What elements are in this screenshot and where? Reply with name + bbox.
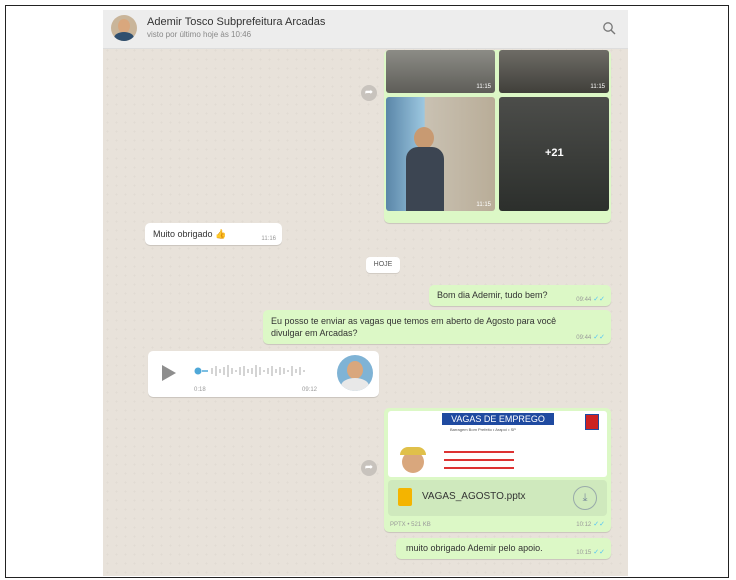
list-lines: [444, 451, 514, 453]
message-time: 09:44 ✓✓: [576, 334, 605, 341]
message-time: 10:12 ✓✓: [576, 521, 605, 528]
sender-avatar: [337, 355, 373, 391]
flag-icon: [585, 414, 599, 430]
message-text: muito obrigado Ademir pelo apoio.: [406, 543, 543, 553]
read-receipt-icon: ✓✓: [593, 296, 605, 303]
contact-avatar[interactable]: [111, 15, 137, 41]
photo-thumb[interactable]: 11:15: [386, 97, 495, 211]
document-file-row[interactable]: VAGAS_AGOSTO.pptx ⤓: [388, 480, 607, 516]
message-time: 11:16: [261, 236, 276, 242]
audio-waveform[interactable]: [194, 364, 324, 378]
read-receipt-icon: ✓✓: [593, 521, 605, 528]
audio-duration: 0:18: [194, 387, 206, 393]
read-receipt-icon: ✓✓: [593, 334, 605, 341]
mascot-hat: [400, 447, 426, 455]
banner-subtitle: Barragem Bom Prefeito • Arapoí • SP: [450, 427, 516, 432]
last-seen-status: visto por último hoje às 10:46: [147, 30, 252, 39]
photo-thumb[interactable]: 11:15: [499, 50, 609, 93]
message-text: Muito obrigado 👍: [153, 229, 227, 239]
voice-message[interactable]: 0:18 09:12: [148, 351, 379, 397]
chat-header[interactable]: Ademir Tosco Subprefeitura Arcadas visto…: [103, 10, 628, 49]
photo-more[interactable]: +21: [499, 97, 609, 211]
photo-thumb[interactable]: 11:15: [386, 50, 495, 93]
chat-panel: Ademir Tosco Subprefeitura Arcadas visto…: [103, 10, 628, 576]
photo-album-bubble[interactable]: 11:15 11:15 11:15 +21: [384, 50, 611, 223]
document-meta: PPTX • 521 KB: [390, 522, 431, 528]
document-preview[interactable]: VAGAS DE EMPREGO Barragem Bom Prefeito •…: [388, 411, 607, 477]
play-icon[interactable]: [162, 365, 176, 381]
message-time: 09:44 ✓✓: [576, 296, 605, 303]
incoming-message: Muito obrigado 👍 11:16: [145, 223, 282, 245]
contact-name: Ademir Tosco Subprefeitura Arcadas: [147, 16, 326, 28]
message-time: 10:15 ✓✓: [576, 549, 605, 556]
message-text: Eu posso te enviar as vagas que temos em…: [271, 316, 557, 338]
outgoing-message: Eu posso te enviar as vagas que temos em…: [263, 310, 611, 344]
read-receipt-icon: ✓✓: [593, 549, 605, 556]
forward-icon[interactable]: ➦: [361, 85, 377, 101]
more-photos-count: +21: [545, 147, 564, 159]
photo-time: 11:15: [476, 202, 491, 208]
message-text: Bom dia Ademir, tudo bem?: [437, 290, 548, 300]
date-divider: HOJE: [366, 257, 400, 273]
forward-icon[interactable]: ➦: [361, 460, 377, 476]
outgoing-message: muito obrigado Ademir pelo apoio. 10:15 ✓…: [396, 538, 611, 559]
document-message[interactable]: VAGAS DE EMPREGO Barragem Bom Prefeito •…: [384, 408, 611, 532]
photo-time: 11:15: [476, 84, 491, 90]
photo-time: 11:15: [590, 84, 605, 90]
message-time: 09:12: [302, 387, 318, 393]
outgoing-message: Bom dia Ademir, tudo bem? 09:44 ✓✓: [429, 285, 611, 306]
download-icon[interactable]: ⤓: [573, 486, 597, 510]
banner-title: VAGAS DE EMPREGO: [442, 413, 554, 425]
pptx-file-icon: [398, 488, 412, 506]
search-icon[interactable]: [602, 21, 616, 35]
document-filename: VAGAS_AGOSTO.pptx: [422, 491, 526, 502]
